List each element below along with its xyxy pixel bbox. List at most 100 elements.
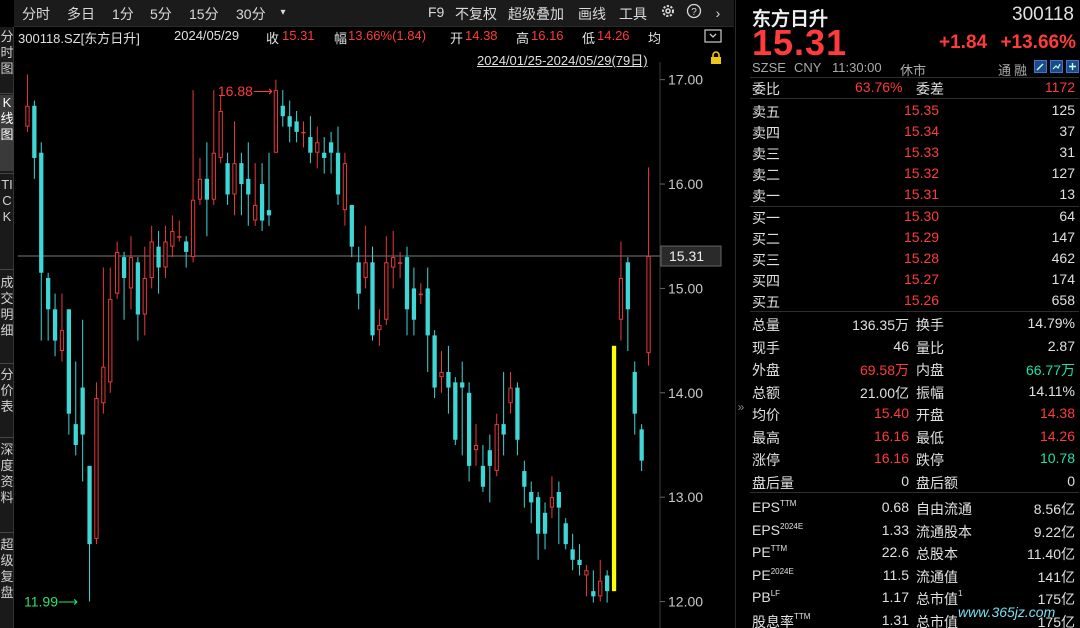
weicha-label: 委差: [916, 81, 944, 97]
collapse-panel-icon[interactable]: [704, 29, 722, 46]
fundamental-label: 股息率TTM: [752, 612, 810, 628]
period-tab-30min[interactable]: 30分: [236, 4, 266, 24]
bid-row[interactable]: 买二 15.29 147: [736, 227, 1080, 249]
candlestick-chart[interactable]: 17.00 16.00 15.00 14.00 13.00 12.00 15.31 16.88…: [14, 62, 734, 628]
candle-body: [418, 293, 423, 296]
vtab-5[interactable]: 深度资料: [0, 442, 14, 530]
f9-button[interactable]: F9: [428, 4, 444, 20]
bid-row[interactable]: 买一 15.30 64: [736, 206, 1080, 228]
period-tab-multiday[interactable]: 多日: [67, 4, 95, 24]
stat-label: 涨停: [752, 452, 780, 468]
info-date: 2024/05/29: [174, 28, 240, 43]
fundamental-label: 流通值: [916, 567, 958, 587]
fundamental-label: PE2024E: [752, 567, 794, 583]
fundamental-value: 0.68: [881, 499, 909, 515]
candle-body: [625, 262, 630, 310]
stat-label: 总量: [752, 317, 780, 333]
candle-body: [397, 262, 403, 264]
candle-body: [121, 257, 127, 278]
period-tab-15min[interactable]: 15分: [189, 4, 219, 24]
chart-mini-icon[interactable]: [1050, 60, 1063, 76]
candle-body: [25, 105, 30, 127]
vtab-4[interactable]: 分价表: [0, 367, 14, 435]
max-price-label: 16.88⟶: [218, 83, 273, 99]
candle-body: [287, 116, 292, 127]
fundamental-value: 141亿: [1037, 568, 1075, 585]
help-icon[interactable]: ?: [684, 3, 704, 23]
bid-label: 买四: [752, 273, 780, 289]
fundamental-label-text: 股息率: [752, 613, 794, 628]
exchange: SZSE: [752, 60, 786, 75]
panel-collapse-arrow[interactable]: »: [735, 400, 747, 420]
y-tick-label: 14.00: [668, 385, 703, 401]
vtab-3[interactable]: 成交明细: [0, 275, 14, 361]
stat-value: 0: [901, 472, 909, 489]
fundamental-row: PE2024E 11.5 流通值 141亿: [736, 565, 1080, 587]
candle-body: [425, 288, 430, 336]
fundamental-value: 1.31: [881, 611, 909, 628]
add-icon[interactable]: [1066, 60, 1079, 76]
draw-line-button[interactable]: 画线: [578, 4, 606, 24]
stock-code-right: 300118: [1012, 4, 1074, 25]
bid-row[interactable]: 买四 15.27 174: [736, 269, 1080, 291]
edit-icon[interactable]: [1034, 60, 1047, 76]
candle-body: [508, 387, 513, 404]
candle-body: [646, 256, 651, 354]
candle-body: [391, 257, 396, 268]
current-price-label: 15.31: [669, 248, 704, 264]
settings-gear-icon[interactable]: [658, 3, 678, 23]
fundamental-value: 9.22亿: [1033, 523, 1075, 540]
candle-body: [460, 382, 465, 388]
candle-body: [259, 184, 265, 221]
vtab-1[interactable]: K线图: [0, 95, 14, 171]
ask-row[interactable]: 卖四 15.34 37: [736, 121, 1080, 143]
ask-label: 卖四: [752, 125, 780, 141]
candle-body: [149, 241, 154, 278]
stat-value: 14.26: [1039, 427, 1075, 444]
ask-volume: 37: [1059, 123, 1075, 139]
candle-body: [542, 512, 548, 534]
vtab-2[interactable]: TICK: [0, 177, 14, 267]
vtab-0[interactable]: 分时图: [0, 29, 14, 91]
stat-label: 均价: [752, 407, 780, 423]
fundamental-label-text: 总市值: [916, 591, 958, 607]
stat-value: 14.11%: [1028, 382, 1075, 399]
y-tick-label: 16.00: [668, 176, 703, 192]
ask-row[interactable]: 卖三 15.33 31: [736, 142, 1080, 164]
tools-button[interactable]: 工具: [619, 4, 647, 24]
overlay-button[interactable]: 超级叠加: [508, 4, 564, 24]
candle-body: [473, 444, 479, 451]
stat-value: 14.79%: [1027, 315, 1075, 331]
period-dropdown-icon[interactable]: ▾: [276, 3, 290, 23]
fundamental-label: 总市值1: [916, 589, 962, 609]
ask-row[interactable]: 卖二 15.32 127: [736, 163, 1080, 185]
candle-body: [598, 580, 603, 597]
bid-label: 买五: [752, 294, 780, 310]
fundamental-label: 自由流通: [916, 499, 972, 519]
period-tab-1min[interactable]: 1分: [112, 4, 134, 24]
period-tab-timeshare[interactable]: 分时: [22, 4, 50, 24]
candle-body: [301, 131, 306, 134]
candle-body: [349, 204, 354, 247]
next-arrow-icon[interactable]: ›: [708, 3, 728, 23]
ask-volume: 127: [1051, 165, 1075, 181]
bid-row[interactable]: 买三 15.28 462: [736, 248, 1080, 270]
candle-body: [432, 335, 437, 388]
fundamental-label: PETTM: [752, 544, 787, 560]
ask-price: 15.33: [904, 144, 940, 160]
period-tab-5min[interactable]: 5分: [150, 4, 172, 24]
stock-code: 300118.SZ[东方日升]: [18, 31, 140, 46]
fundamental-label-text: 总市值: [916, 613, 958, 628]
stat-label: 盘后量: [752, 474, 794, 491]
candle-body: [156, 246, 161, 268]
stats-row: 现手 46 量比 2.87: [736, 336, 1080, 358]
stat-label: 振幅: [916, 384, 944, 401]
candle-body: [197, 178, 203, 200]
vtab-6[interactable]: 超级复盘: [0, 537, 14, 619]
bid-row[interactable]: 买五 15.26 658: [736, 290, 1080, 312]
ask-label: 卖三: [752, 146, 780, 162]
adjust-button[interactable]: 不复权: [455, 4, 497, 24]
ask-row[interactable]: 卖一 15.31 13: [736, 184, 1080, 206]
ask-row[interactable]: 卖五 15.35 125: [736, 100, 1080, 122]
y-tick-label: 15.00: [668, 280, 703, 296]
